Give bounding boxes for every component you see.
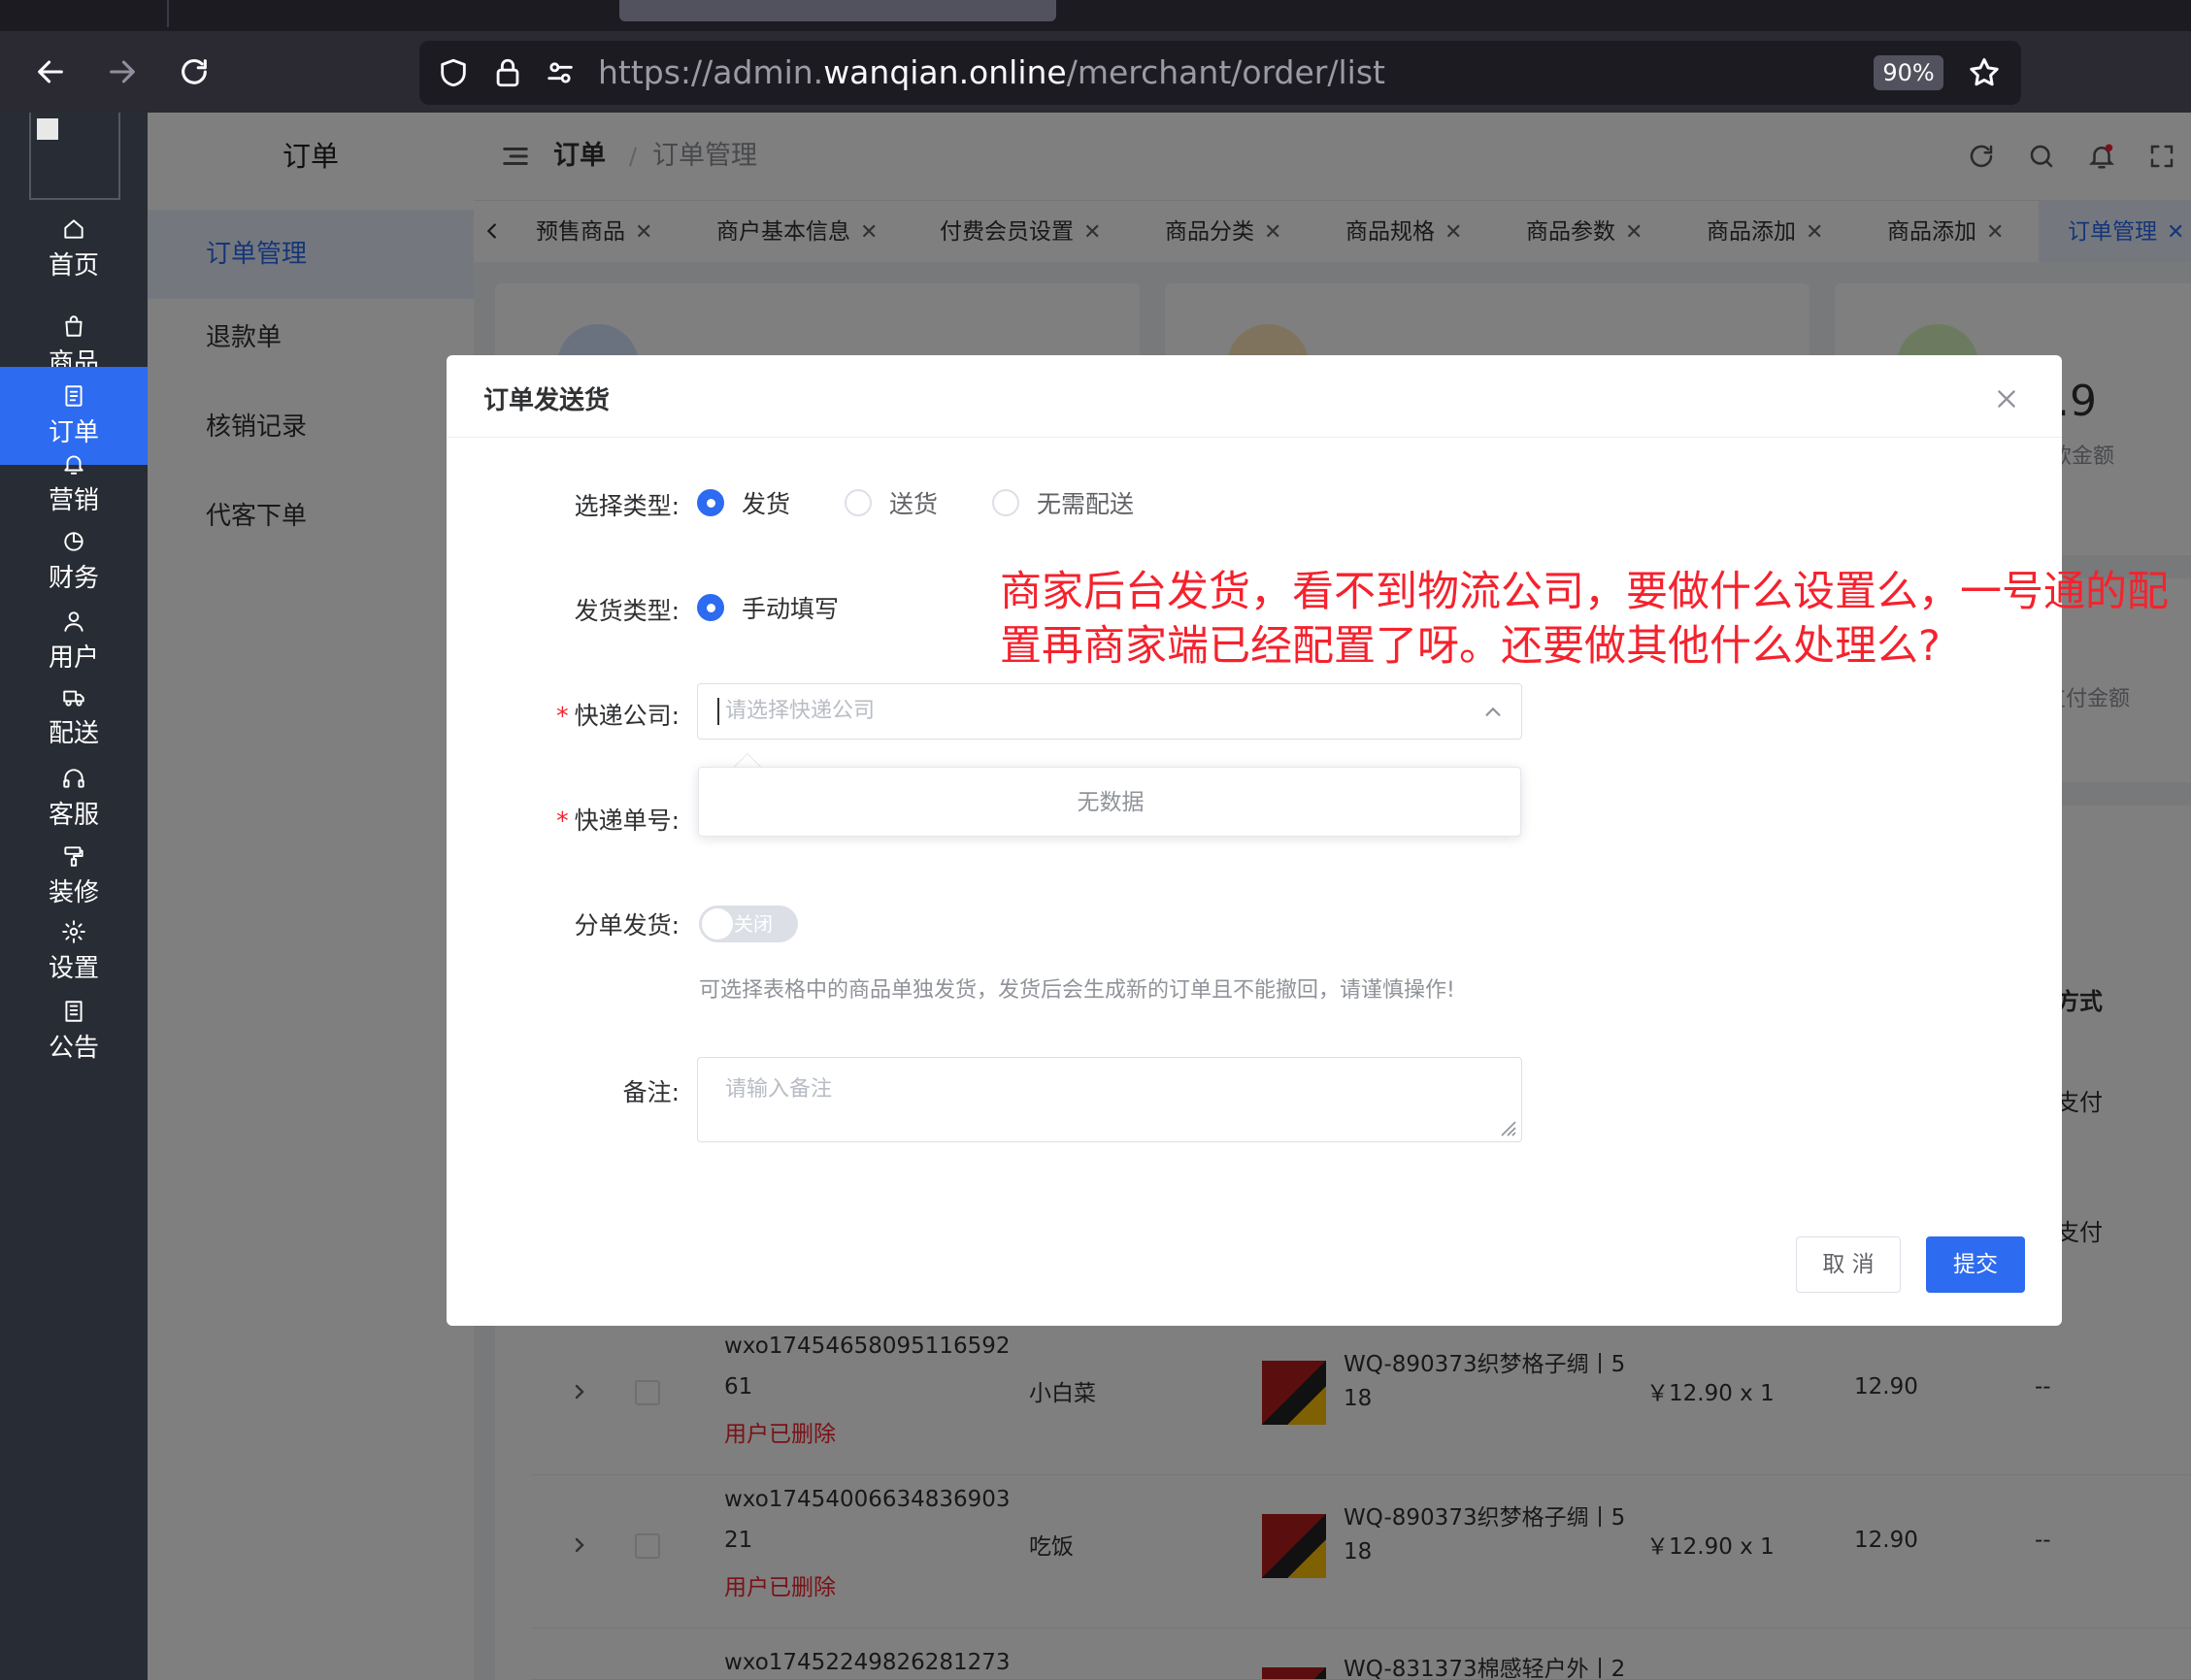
courier-label-text: 快递公司: <box>574 702 680 730</box>
rail-item-label: 客服 <box>48 801 99 830</box>
browser-tab-strip <box>0 0 2191 31</box>
permissions-icon[interactable] <box>544 56 577 89</box>
home-icon <box>64 219 83 239</box>
forward-button[interactable] <box>93 43 151 101</box>
toggle-knob <box>702 908 733 939</box>
courier-label: * 快递公司: <box>556 697 680 732</box>
rail-item-label: 公告 <box>48 1034 99 1063</box>
radio-label: 手动填写 <box>742 595 840 623</box>
rail-item-label: 财务 <box>48 564 99 593</box>
browser-navbar: https://admin.wanqian.online/merchant/or… <box>0 31 2191 113</box>
ship-type-label: 发货类型: <box>574 597 680 625</box>
cancel-button[interactable]: 取 消 <box>1796 1236 1901 1293</box>
main-nav-rail: 首页 商品 订单 营销 财务 用户 配送 客服 装修 设置 公告 <box>0 113 148 1680</box>
rail-item-home[interactable]: 首页 <box>0 200 148 298</box>
radio-manual[interactable]: 手动填写 <box>697 590 839 625</box>
ship-order-dialog: 订单发送货 选择类型: 发货 送货 无需配送 发货类型: 手动填写 * 快递公司:… <box>447 355 2062 1326</box>
remark-label: 备注: <box>622 1078 680 1106</box>
url-text[interactable]: https://admin.wanqian.online/merchant/or… <box>598 41 1385 105</box>
radio-dot <box>697 489 724 516</box>
rail-item-notice[interactable]: 公告 <box>0 982 148 1080</box>
rail-item-label: 营销 <box>48 486 99 515</box>
radio-dot <box>992 489 1019 516</box>
url-domain: wanqian.online <box>823 53 1067 91</box>
back-button[interactable] <box>21 43 80 101</box>
dialog-divider <box>447 437 2062 438</box>
gear-icon <box>62 920 85 943</box>
chevron-up-icon[interactable] <box>1482 702 1504 723</box>
reload-icon <box>182 59 207 84</box>
radio-no-delivery[interactable]: 无需配送 <box>992 485 1134 520</box>
annotation-text: 商家后台发货，看不到物流公司，要做什么设置么，一号通的配 置再商家端已经配置了呀… <box>1000 565 2169 674</box>
split-shipment-label: 分单发货: <box>574 911 680 939</box>
annotation-line-2: 置再商家端已经配置了呀。还要做其他什么处理么? <box>1000 622 1941 671</box>
active-browser-tab[interactable] <box>619 0 1056 21</box>
resize-handle-icon[interactable] <box>1498 1118 1517 1137</box>
document-icon <box>65 385 83 407</box>
required-mark: * <box>556 702 569 730</box>
reload-button[interactable] <box>165 43 223 101</box>
close-icon[interactable] <box>1994 386 2019 412</box>
star-bookmark-icon[interactable] <box>1967 55 2002 90</box>
logo-image <box>37 118 58 140</box>
radio-deliver[interactable]: 送货 <box>845 485 938 520</box>
radio-label: 发货 <box>742 490 791 518</box>
text-caret <box>717 698 719 725</box>
notice-icon <box>65 1001 83 1022</box>
paint-roller-icon <box>64 846 83 867</box>
logo[interactable] <box>29 113 120 200</box>
split-shipment-hint: 可选择表格中的商品单独发货，发货后会生成新的订单且不能撤回，请谨慎操作! <box>699 978 1455 1003</box>
dialog-title: 订单发送货 <box>483 386 611 415</box>
dropdown-empty-text: 无数据 <box>1077 790 1145 815</box>
radio-label: 送货 <box>889 490 939 518</box>
remark-textarea[interactable]: 请输入备注 <box>697 1057 1522 1142</box>
rail-item-label: 首页 <box>48 251 99 280</box>
tracking-label-text: 快递单号: <box>574 807 680 835</box>
arrow-right-icon <box>110 60 135 83</box>
courier-select[interactable]: 请选择快递公司 <box>697 683 1522 740</box>
tracking-label: * 快递单号: <box>556 802 680 837</box>
courier-dropdown: 无数据 <box>698 767 1521 837</box>
zoom-level-badge[interactable]: 90% <box>1874 55 1943 90</box>
radio-dot <box>697 594 724 621</box>
lock-icon[interactable] <box>491 56 524 89</box>
url-prefix: https://admin. <box>598 53 824 91</box>
headset-icon <box>63 769 84 788</box>
toggle-text: 关闭 <box>734 912 773 936</box>
user-icon <box>64 611 83 632</box>
rail-item-label: 配送 <box>48 719 99 748</box>
courier-select-placeholder: 请选择快递公司 <box>725 699 876 723</box>
type-label: 选择类型: <box>574 492 680 520</box>
submit-button[interactable]: 提交 <box>1926 1236 2025 1293</box>
arrow-left-icon <box>38 60 63 83</box>
radio-dot <box>845 489 872 516</box>
radio-label: 无需配送 <box>1037 490 1135 518</box>
split-shipment-toggle[interactable]: 关闭 <box>699 906 798 942</box>
annotation-line-1: 商家后台发货，看不到物流公司，要做什么设置么，一号通的配 <box>1000 568 2169 616</box>
url-bar[interactable]: https://admin.wanqian.online/merchant/or… <box>419 41 2021 105</box>
shopping-bag-icon <box>65 315 83 337</box>
url-path: /merchant/order/list <box>1066 53 1385 91</box>
rail-item-label: 设置 <box>48 954 99 983</box>
bell-icon <box>64 455 83 475</box>
radio-ship[interactable]: 发货 <box>697 485 790 520</box>
required-mark: * <box>556 807 569 835</box>
tab-separator <box>167 0 169 27</box>
truck-icon <box>63 690 84 707</box>
shield-icon[interactable] <box>437 56 470 89</box>
pie-chart-icon <box>64 532 83 551</box>
remark-placeholder: 请输入备注 <box>725 1077 833 1102</box>
